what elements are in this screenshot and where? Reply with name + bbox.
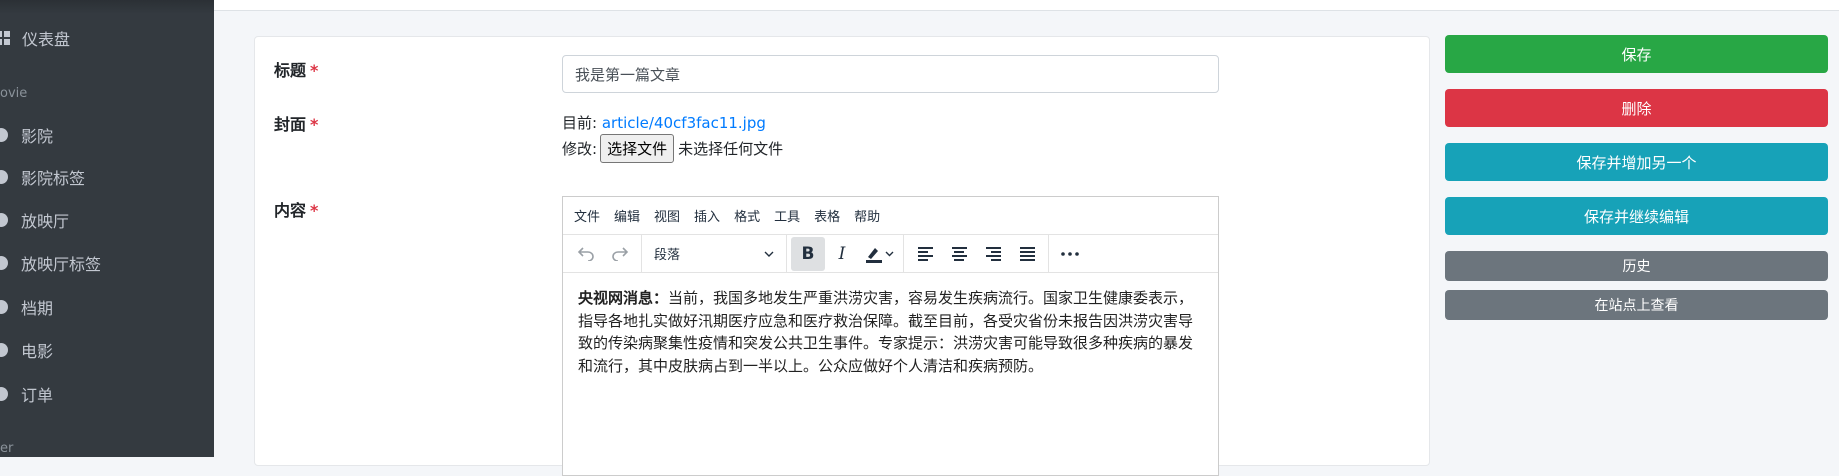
required-mark: * <box>310 201 319 220</box>
content-lead: 央视网消息： <box>578 289 669 307</box>
sidebar-top-edge <box>0 0 214 14</box>
sidebar: 仪表盘 ovie 影院 影院标签 放映厅 放映厅标签 档期 电影 订单 er <box>0 0 214 457</box>
menu-format[interactable]: 格式 <box>727 206 767 225</box>
circle-icon <box>0 213 8 227</box>
bold-icon[interactable]: B <box>791 236 825 271</box>
sidebar-item-label: 电影 <box>21 342 54 361</box>
sidebar-section-header-movie: ovie <box>0 86 28 101</box>
block-format-value: 段落 <box>654 248 681 263</box>
toolbar-divider <box>1048 234 1049 273</box>
menu-tools[interactable]: 工具 <box>767 206 807 225</box>
title-label: 标题 * <box>274 61 319 80</box>
align-justify-icon[interactable] <box>1010 237 1044 271</box>
content-body: 当前，我国多地发生严重洪涝灾害，容易发生疾病流行。国家卫生健康委表示，指导各地扎… <box>578 289 1194 375</box>
circle-icon <box>0 300 8 314</box>
toolbar-divider <box>903 234 904 273</box>
title-input[interactable]: 我是第一篇文章 <box>562 55 1219 93</box>
content-label: 内容 * <box>274 201 319 220</box>
sidebar-section-header-user: er <box>0 441 14 456</box>
sidebar-item-dashboard[interactable]: 仪表盘 <box>0 19 70 57</box>
save-and-add-another-button[interactable]: 保存并增加另一个 <box>1445 143 1828 181</box>
sidebar-item-order[interactable]: 订单 <box>0 375 53 413</box>
sidebar-item-label: 放映厅标签 <box>21 255 102 274</box>
cover-change-prefix: 修改: <box>562 140 598 158</box>
sidebar-item-cinema-tags[interactable]: 影院标签 <box>0 158 85 196</box>
undo-icon[interactable] <box>569 237 603 271</box>
delete-button[interactable]: 删除 <box>1445 89 1828 127</box>
save-and-continue-button[interactable]: 保存并继续编辑 <box>1445 197 1828 235</box>
save-button[interactable]: 保存 <box>1445 35 1828 73</box>
dashboard-icon <box>0 31 10 45</box>
sidebar-item-label: 仪表盘 <box>22 30 71 49</box>
circle-icon <box>0 387 8 401</box>
menu-help[interactable]: 帮助 <box>847 206 887 225</box>
menu-view[interactable]: 视图 <box>647 206 687 225</box>
align-right-icon[interactable] <box>976 237 1010 271</box>
menu-insert[interactable]: 插入 <box>687 206 727 225</box>
sidebar-item-label: 影院 <box>21 127 54 146</box>
highlight-color-icon[interactable] <box>859 237 899 271</box>
sidebar-item-label: 档期 <box>21 299 54 318</box>
sidebar-item-label: 影院标签 <box>21 169 86 188</box>
menu-table[interactable]: 表格 <box>807 206 847 225</box>
view-on-site-button[interactable]: 在站点上查看 <box>1445 290 1828 320</box>
cover-change: 修改: 选择文件 未选择任何文件 <box>562 134 783 163</box>
rich-text-editor: 文件 编辑 视图 插入 格式 工具 表格 帮助 段落 B I 央视网消息：当前，… <box>562 196 1219 476</box>
toolbar-divider <box>641 234 642 273</box>
menu-file[interactable]: 文件 <box>567 206 607 225</box>
change-form-card: 标题 * 我是第一篇文章 封面 * 目前: article/40cf3fac11.j… <box>254 36 1430 476</box>
title-input-value: 我是第一篇文章 <box>575 65 681 84</box>
menu-edit[interactable]: 编辑 <box>607 206 647 225</box>
block-format-select[interactable]: 段落 <box>646 237 782 271</box>
more-icon[interactable] <box>1053 237 1087 271</box>
circle-icon <box>0 256 8 270</box>
italic-icon[interactable]: I <box>825 237 859 271</box>
editor-content[interactable]: 央视网消息：当前，我国多地发生严重洪涝灾害，容易发生疾病流行。国家卫生健康委表示… <box>563 273 1218 391</box>
history-button[interactable]: 历史 <box>1445 251 1828 281</box>
circle-icon <box>0 343 8 357</box>
sidebar-item-cinema[interactable]: 影院 <box>0 116 53 154</box>
sidebar-item-label: 订单 <box>21 386 54 405</box>
sidebar-item-hall[interactable]: 放映厅 <box>0 201 69 239</box>
cover-current-link[interactable]: article/40cf3fac11.jpg <box>602 114 766 132</box>
redo-icon[interactable] <box>603 237 637 271</box>
editor-toolbar: 段落 B I <box>563 234 1218 273</box>
sidebar-item-movie[interactable]: 电影 <box>0 331 53 369</box>
sidebar-item-label: 放映厅 <box>21 212 70 231</box>
cover-current: 目前: article/40cf3fac11.jpg <box>562 112 766 133</box>
sidebar-item-hall-tags[interactable]: 放映厅标签 <box>0 244 101 282</box>
required-mark: * <box>310 61 319 80</box>
cover-current-prefix: 目前: <box>562 114 598 132</box>
toolbar-divider <box>786 234 787 273</box>
choose-file-button[interactable]: 选择文件 <box>600 134 675 163</box>
editor-menubar: 文件 编辑 视图 插入 格式 工具 表格 帮助 <box>563 197 1218 235</box>
chevron-down-icon <box>764 251 774 257</box>
sidebar-item-schedule[interactable]: 档期 <box>0 288 53 326</box>
required-mark: * <box>310 115 319 134</box>
file-status: 未选择任何文件 <box>678 140 784 158</box>
circle-icon <box>0 170 8 184</box>
top-navbar-edge <box>214 0 1839 11</box>
align-left-icon[interactable] <box>908 237 942 271</box>
circle-icon <box>0 128 8 142</box>
cover-label: 封面 * <box>274 115 319 134</box>
align-center-icon[interactable] <box>942 237 976 271</box>
